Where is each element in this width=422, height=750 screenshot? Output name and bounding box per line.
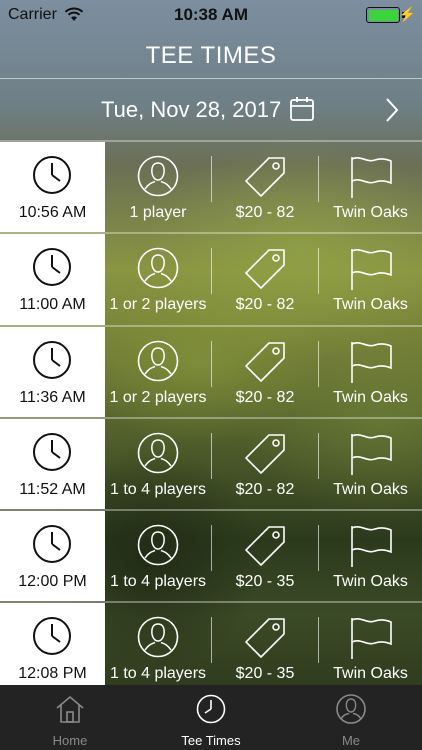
tee-times-list[interactable]: 10:56 AM 1 player $20 - 82 Twin Oaks 11:00 A…	[0, 140, 422, 685]
price-label: $20 - 35	[235, 573, 295, 591]
tee-time-cell[interactable]: 10:56 AM	[0, 142, 105, 233]
players-label: 1 player	[129, 204, 187, 221]
tab-home[interactable]: Home	[0, 685, 140, 750]
person-icon	[137, 432, 179, 479]
tee-time-cell[interactable]: 11:36 AM	[0, 326, 105, 417]
person-icon	[137, 247, 179, 294]
tee-time-row[interactable]: 11:52 AM 1 to 4 players $20 - 82 Twin Oaks	[0, 416, 422, 510]
selected-date[interactable]: Tue, Nov 28, 2017	[101, 97, 281, 123]
tee-time-cell[interactable]: 11:52 AM	[0, 418, 105, 510]
flag-icon	[349, 155, 393, 204]
tee-time-label: 11:36 AM	[19, 388, 86, 406]
players-label: 1 or 2 players	[109, 296, 207, 314]
page-title: TEE TIMES	[145, 42, 277, 69]
players-cell[interactable]: 1 to 4 players	[105, 603, 211, 685]
price-cell[interactable]: $20 - 82	[212, 142, 318, 232]
tee-time-row[interactable]: 11:36 AM 1 or 2 players $20 - 82 Twin Oaks	[0, 324, 422, 417]
course-label: Twin Oaks	[333, 480, 408, 498]
clock-icon	[32, 524, 72, 569]
tee-time-label: 11:00 AM	[19, 296, 86, 314]
tee-time-label: 12:00 PM	[18, 573, 87, 591]
person-icon	[137, 524, 179, 571]
clock-icon	[32, 432, 72, 477]
course-cell[interactable]: Twin Oaks	[319, 511, 422, 601]
date-selector[interactable]: Tue, Nov 28, 2017	[0, 79, 422, 139]
price-tag-icon	[243, 340, 287, 389]
battery-icon	[366, 7, 400, 23]
course-cell[interactable]: Twin Oaks	[319, 419, 422, 509]
players-cell[interactable]: 1 or 2 players	[105, 234, 211, 324]
flag-icon	[349, 616, 393, 665]
price-label: $20 - 82	[235, 480, 295, 498]
clock-icon	[196, 694, 226, 724]
players-cell[interactable]: 1 or 2 players	[105, 327, 211, 417]
price-tag-icon	[243, 524, 287, 573]
course-label: Twin Oaks	[333, 204, 408, 221]
flag-icon	[349, 432, 393, 481]
price-tag-icon	[243, 155, 287, 204]
course-label: Twin Oaks	[333, 573, 408, 591]
price-cell[interactable]: $20 - 82	[212, 327, 318, 417]
tee-time-label: 11:52 AM	[19, 480, 86, 498]
tab-home-label: Home	[52, 733, 88, 748]
status-time: 10:38 AM	[173, 5, 248, 24]
tab-me-label: Me	[341, 733, 361, 748]
tee-time-row[interactable]: 12:08 PM 1 to 4 players $20 - 35 Twin Oaks	[0, 601, 422, 685]
players-label: 1 or 2 players	[109, 388, 207, 406]
tee-time-cell[interactable]: 12:08 PM	[0, 603, 105, 685]
tab-me[interactable]: Me	[281, 685, 421, 750]
price-cell[interactable]: $20 - 82	[212, 419, 318, 509]
calendar-icon[interactable]	[289, 96, 315, 122]
tab-tee-times-label: Tee Times	[181, 733, 241, 748]
status-bar: Carrier 10:38 AM ⚡	[0, 0, 422, 30]
players-cell[interactable]: 1 to 4 players	[105, 419, 211, 509]
clock-icon	[32, 340, 72, 385]
tee-time-row[interactable]: 12:00 PM 1 to 4 players $20 - 35 Twin Oaks	[0, 509, 422, 602]
price-label: $20 - 82	[235, 204, 295, 221]
flag-icon	[349, 340, 393, 389]
flag-icon	[349, 524, 393, 573]
person-icon	[137, 155, 179, 202]
players-cell[interactable]: 1 to 4 players	[105, 511, 211, 601]
players-label: 1 to 4 players	[109, 480, 207, 498]
tee-time-label: 12:08 PM	[18, 665, 87, 683]
price-cell[interactable]: $20 - 35	[212, 603, 318, 685]
flag-icon	[349, 247, 393, 296]
players-label: 1 to 4 players	[109, 573, 207, 591]
person-icon	[137, 616, 179, 663]
players-label: 1 to 4 players	[109, 665, 207, 683]
clock-icon	[32, 247, 72, 292]
person-icon	[137, 340, 179, 387]
price-tag-icon	[243, 432, 287, 481]
price-tag-icon	[243, 247, 287, 296]
house-icon	[56, 695, 84, 723]
price-label: $20 - 82	[235, 296, 295, 314]
price-label: $20 - 82	[235, 388, 295, 406]
course-label: Twin Oaks	[333, 388, 408, 406]
course-cell[interactable]: Twin Oaks	[319, 603, 422, 685]
clock-icon	[32, 616, 72, 661]
tee-time-cell[interactable]: 11:00 AM	[0, 234, 105, 325]
price-label: $20 - 35	[235, 665, 295, 683]
next-day-chevron-icon[interactable]	[384, 97, 400, 123]
tab-bar: Home Tee Times Me	[0, 685, 422, 750]
tee-time-cell[interactable]: 12:00 PM	[0, 511, 105, 602]
course-label: Twin Oaks	[333, 665, 408, 683]
tee-time-row[interactable]: 11:00 AM 1 or 2 players $20 - 82 Twin Oaks	[0, 232, 422, 325]
person-icon	[336, 694, 366, 724]
tee-time-row[interactable]: 10:56 AM 1 player $20 - 82 Twin Oaks	[0, 140, 422, 233]
charging-bolt-icon: ⚡	[398, 6, 416, 22]
course-cell[interactable]: Twin Oaks	[319, 142, 422, 232]
course-cell[interactable]: Twin Oaks	[319, 327, 422, 417]
price-cell[interactable]: $20 - 35	[212, 511, 318, 601]
tab-tee-times[interactable]: Tee Times	[141, 685, 281, 750]
players-cell[interactable]: 1 player	[105, 142, 211, 232]
course-label: Twin Oaks	[333, 296, 408, 314]
course-cell[interactable]: Twin Oaks	[319, 234, 422, 324]
tee-time-label: 10:56 AM	[18, 204, 87, 221]
price-cell[interactable]: $20 - 82	[212, 234, 318, 324]
price-tag-icon	[243, 616, 287, 665]
clock-icon	[32, 155, 72, 200]
